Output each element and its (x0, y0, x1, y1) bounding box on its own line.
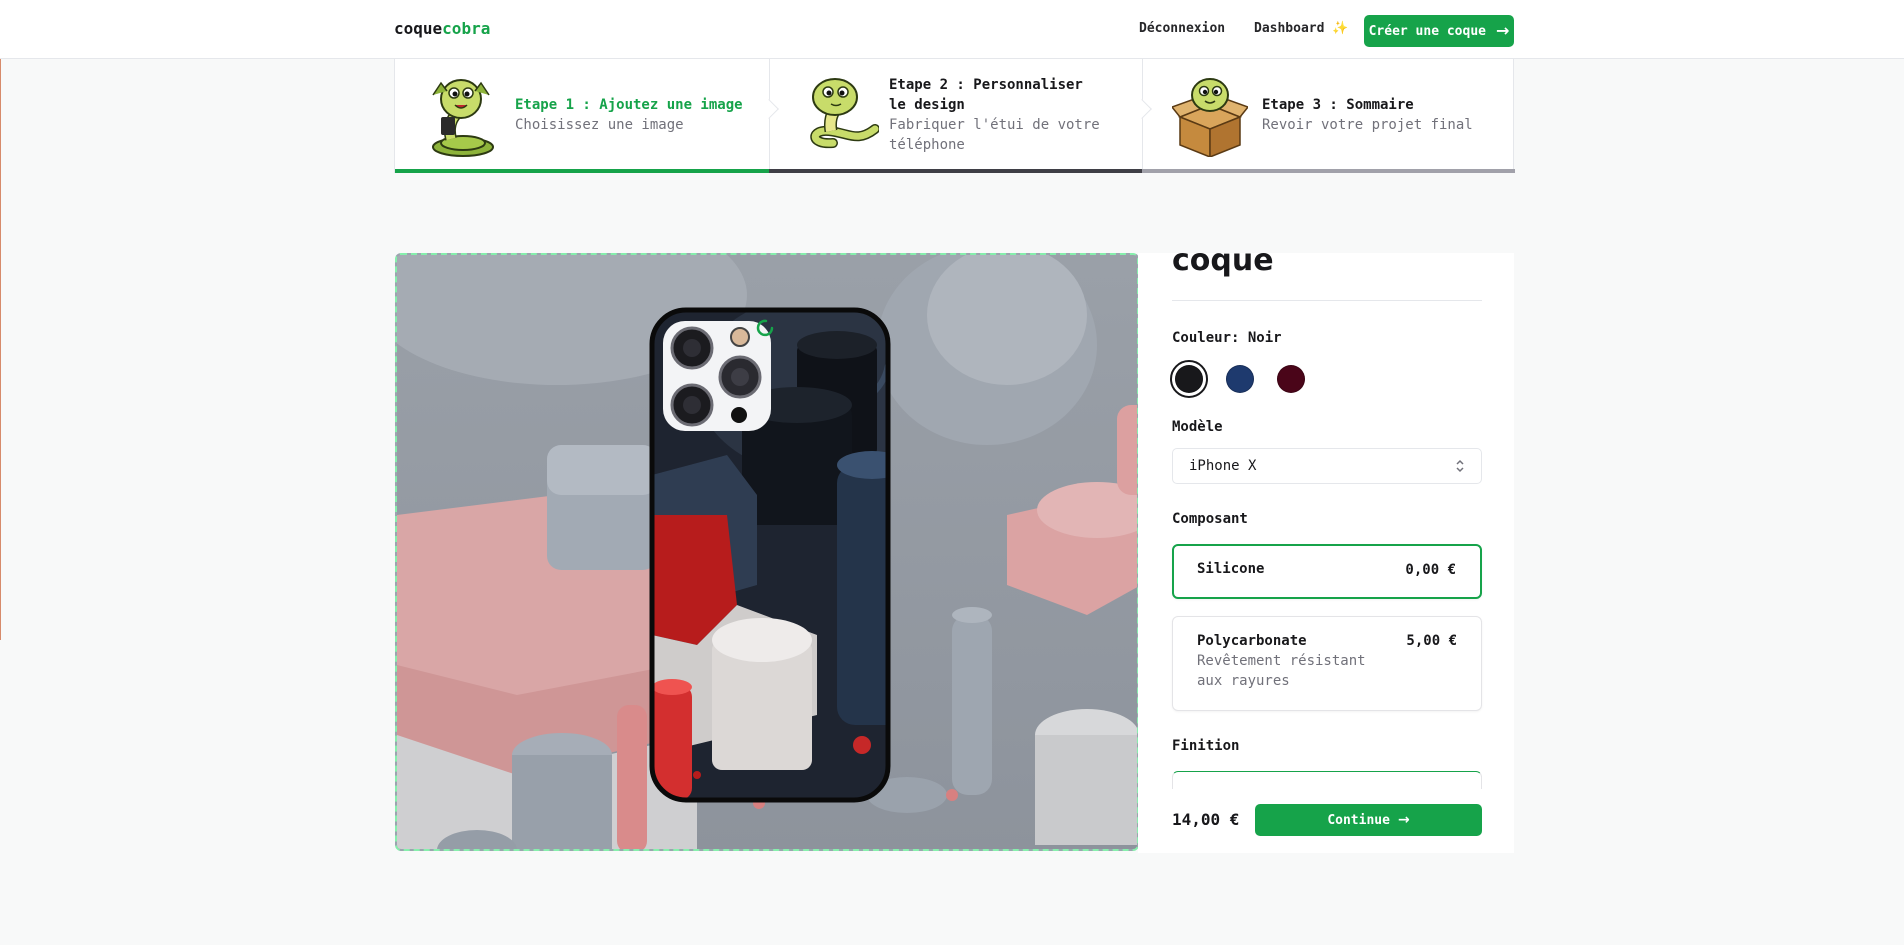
finish-label: Finition (1172, 738, 1240, 754)
step-2-title: Etape 2 : Personnaliser le design (889, 77, 1083, 113)
step-3-text: Etape 3 : Sommaire Revoir votre projet f… (1262, 95, 1473, 135)
step-1-title: Etape 1 : Ajoutez une image (515, 97, 743, 113)
model-label: Modèle (1172, 419, 1223, 435)
step-1: Etape 1 : Ajoutez une image Choisissez u… (395, 59, 779, 173)
material-option-silicone[interactable]: Silicone 0,00 € (1172, 544, 1482, 599)
model-select[interactable]: iPhone X (1172, 448, 1482, 484)
progress-steps: Etape 1 : Ajoutez une image Choisissez u… (394, 59, 1515, 173)
continue-label: Continue (1327, 812, 1390, 828)
arrow-right-icon: → (1397, 812, 1410, 828)
continue-button[interactable]: Continue → (1255, 804, 1482, 836)
divider (1172, 300, 1482, 301)
case-design-canvas[interactable] (395, 253, 1139, 851)
material-price: 5,00 € (1406, 633, 1457, 649)
material-description: Revêtement résistant aux rayures (1197, 653, 1366, 689)
step-2-text: Etape 2 : Personnaliser le design Fabriq… (889, 75, 1104, 155)
logo-text-accent: cobra (442, 19, 491, 38)
step-1-progress-bar (395, 169, 769, 173)
step-2-subtitle: Fabriquer l'étui de votre téléphone (889, 117, 1100, 153)
cobra-box-icon (1172, 78, 1248, 157)
create-case-button[interactable]: Créer une coque → (1364, 15, 1514, 47)
navbar: coquecobra Déconnexion Dashboard ✨ Créer… (0, 0, 1904, 59)
logo[interactable]: coquecobra (394, 19, 490, 38)
page-edge (0, 0, 1, 640)
color-swatch-blue[interactable] (1221, 360, 1259, 398)
color-swatch-burgundy[interactable] (1272, 360, 1310, 398)
step-3-title: Etape 3 : Sommaire (1262, 97, 1414, 113)
logo-text: coque (394, 19, 443, 38)
dashboard-link[interactable]: Dashboard ✨ (1254, 21, 1348, 36)
material-price: 0,00 € (1405, 562, 1456, 578)
chevrons-up-down-icon (1456, 459, 1464, 473)
options-panel: coque Couleur: Noir Modèle iPhone X Comp… (1138, 253, 1514, 853)
arrow-right-icon: → (1496, 21, 1510, 40)
create-case-label: Créer une coque (1368, 23, 1486, 39)
color-label: Couleur: Noir (1172, 330, 1282, 346)
uploaded-image-preview (397, 255, 1137, 849)
step-2: Etape 2 : Personnaliser le design Fabriq… (769, 59, 1152, 173)
step-2-progress-bar (769, 169, 1142, 173)
panel-heading: coque (1172, 253, 1274, 278)
model-select-value: iPhone X (1189, 458, 1257, 474)
step-3-progress-bar (1142, 169, 1515, 173)
color-swatch-black[interactable] (1170, 360, 1208, 398)
step-1-subtitle: Choisissez une image (515, 117, 684, 133)
step-3: Etape 3 : Sommaire Revoir votre projet f… (1142, 59, 1515, 173)
total-price: 14,00 € (1172, 810, 1240, 829)
material-label: Composant (1172, 511, 1248, 527)
options-scroll-area[interactable]: coque Couleur: Noir Modèle iPhone X Comp… (1138, 253, 1514, 789)
logout-link[interactable]: Déconnexion (1139, 21, 1225, 36)
cobra-mascot-icon (432, 79, 494, 157)
step-3-subtitle: Revoir votre projet final (1262, 117, 1473, 133)
cobra-design-icon (810, 78, 879, 149)
finish-option[interactable] (1172, 771, 1482, 789)
material-option-polycarbonate[interactable]: Polycarbonate 5,00 € Revêtement résistan… (1172, 616, 1482, 711)
step-1-text: Etape 1 : Ajoutez une image Choisissez u… (515, 95, 743, 135)
